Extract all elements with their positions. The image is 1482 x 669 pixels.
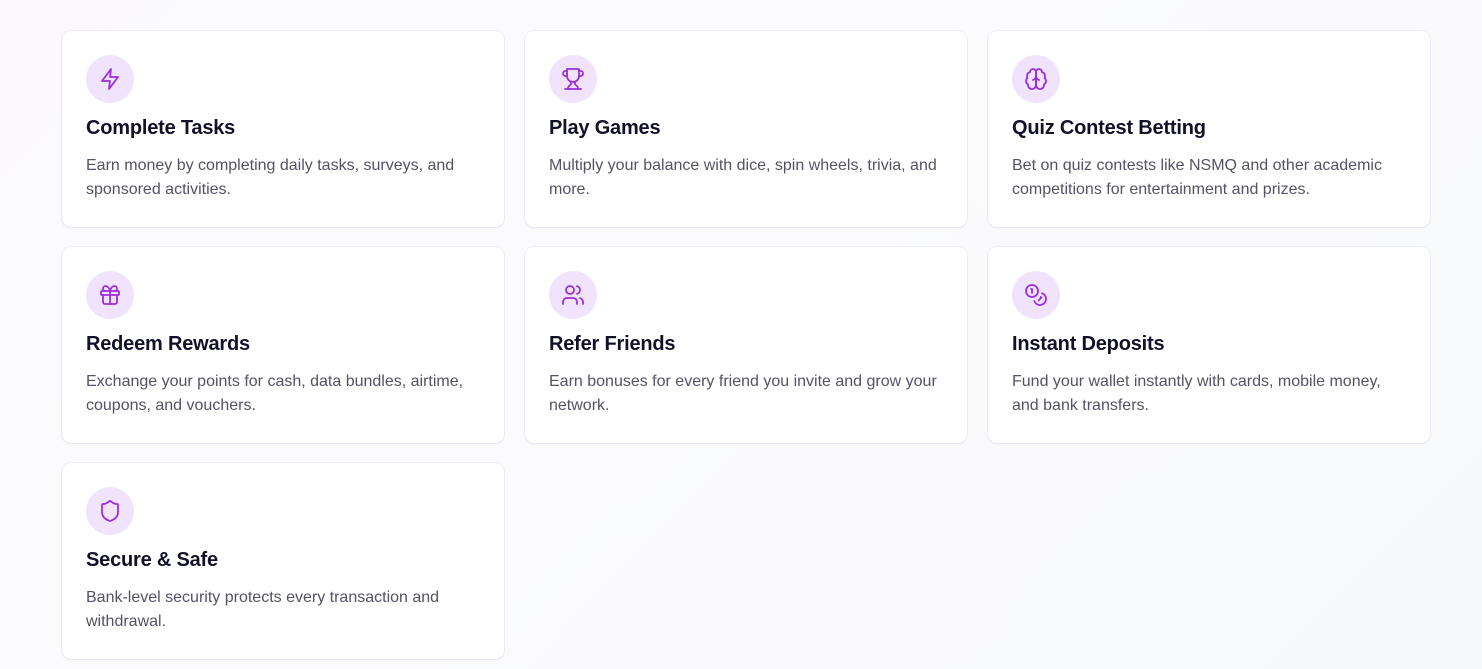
- coins-icon: [1025, 284, 1047, 306]
- gift-icon: [100, 285, 120, 305]
- shield-icon: [101, 500, 119, 522]
- feature-icon-badge: [86, 487, 134, 535]
- feature-description: Bet on quiz contests like NSMQ and other…: [1012, 157, 1382, 198]
- feature-description: Fund your wallet instantly with cards, m…: [1012, 373, 1381, 414]
- feature-title: Secure & Safe: [86, 549, 218, 571]
- feature-icon-badge: [1012, 271, 1060, 319]
- feature-icon-badge: [86, 271, 134, 319]
- feature-title: Refer Friends: [549, 333, 676, 355]
- features-grid: Complete Tasks Earn money by completing …: [62, 31, 1430, 659]
- feature-icon-badge: [86, 55, 134, 103]
- feature-description: Exchange your points for cash, data bund…: [86, 373, 464, 414]
- feature-description: Bank-level security protects every trans…: [86, 589, 440, 630]
- feature-title: Play Games: [549, 117, 661, 139]
- trophy-icon: [562, 68, 584, 90]
- feature-title: Quiz Contest Betting: [1012, 117, 1206, 139]
- lightning-icon: [101, 68, 119, 90]
- feature-card-secure-and-safe: Secure & Safe Bank-level security protec…: [62, 463, 504, 659]
- feature-title: Instant Deposits: [1012, 333, 1165, 355]
- feature-icon-badge: [549, 55, 597, 103]
- feature-title: Redeem Rewards: [86, 333, 250, 355]
- feature-card-quiz-contest-betting: Quiz Contest Betting Bet on quiz contest…: [988, 31, 1430, 227]
- feature-card-refer-friends: Refer Friends Earn bonuses for every fri…: [525, 247, 967, 443]
- feature-title: Complete Tasks: [86, 117, 236, 139]
- feature-description: Multiply your balance with dice, spin wh…: [549, 157, 937, 198]
- feature-description: Earn money by completing daily tasks, su…: [86, 157, 455, 198]
- brain-icon: [1025, 68, 1047, 90]
- feature-icon-badge: [1012, 55, 1060, 103]
- feature-card-complete-tasks: Complete Tasks Earn money by completing …: [62, 31, 504, 227]
- feature-card-play-games: Play Games Multiply your balance with di…: [525, 31, 967, 227]
- feature-card-instant-deposits: Instant Deposits Fund your wallet instan…: [988, 247, 1430, 443]
- feature-card-redeem-rewards: Redeem Rewards Exchange your points for …: [62, 247, 504, 443]
- feature-description: Earn bonuses for every friend you invite…: [549, 373, 937, 414]
- users-icon: [562, 285, 584, 305]
- feature-icon-badge: [549, 271, 597, 319]
